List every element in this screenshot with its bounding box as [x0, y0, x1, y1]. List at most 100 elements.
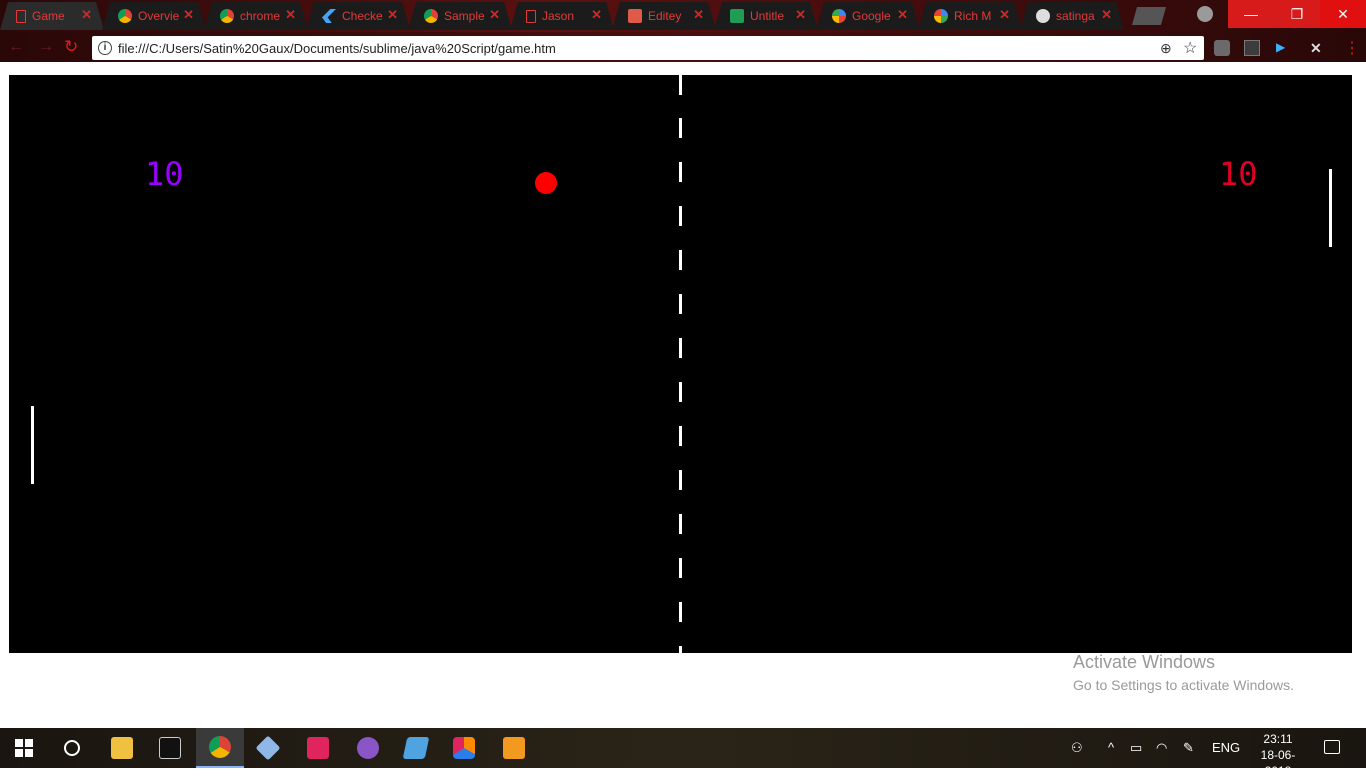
chevron-up-icon[interactable]: ^: [1108, 740, 1114, 755]
github-icon: [1036, 9, 1050, 23]
net-segment: [679, 382, 682, 402]
close-icon[interactable]: ✕: [489, 8, 500, 22]
gallery-icon: [402, 737, 430, 759]
tab-game[interactable]: Game ✕: [0, 2, 104, 30]
close-icon[interactable]: ✕: [1101, 8, 1112, 22]
cortana-icon: [64, 740, 80, 756]
cortana-button[interactable]: [48, 728, 96, 768]
ball: [535, 172, 557, 194]
people-icon[interactable]: ⚇: [1071, 740, 1083, 756]
info-icon[interactable]: i: [98, 41, 112, 55]
net-segment: [679, 338, 682, 358]
tab-title: Overvie: [138, 9, 180, 23]
menu-kebab-icon[interactable]: ⋮: [1344, 38, 1360, 58]
taskbar-terminal[interactable]: [146, 728, 194, 768]
new-tab-button[interactable]: [1132, 7, 1166, 25]
tab-editey[interactable]: Editey ✕: [612, 2, 716, 30]
tab-title: Sample: [444, 9, 485, 23]
maps-icon: [832, 9, 846, 23]
notification-icon[interactable]: [1324, 740, 1340, 754]
address-bar[interactable]: i file:///C:/Users/Satin%20Gaux/Document…: [92, 36, 1204, 60]
close-icon[interactable]: ✕: [897, 8, 908, 22]
url-text[interactable]: file:///C:/Users/Satin%20Gaux/Documents/…: [118, 41, 556, 56]
tab-overview[interactable]: Overvie ✕: [102, 2, 206, 30]
taskbar-chrome[interactable]: [196, 728, 244, 768]
taskbar-pet-app[interactable]: [344, 728, 392, 768]
chrome-icon: [220, 9, 234, 23]
taskbar-virtualbox[interactable]: [244, 728, 292, 768]
chrome-icon: [118, 9, 132, 23]
clock[interactable]: 23:11 18-06-2018: [1248, 731, 1308, 779]
close-window-button[interactable]: ✕: [1320, 0, 1366, 28]
minimize-button[interactable]: —: [1228, 0, 1274, 28]
tab-title: Checke: [342, 9, 383, 23]
close-icon[interactable]: ✕: [387, 8, 398, 22]
taskbar-sublime[interactable]: [490, 728, 538, 768]
net-segment: [679, 118, 682, 138]
close-icon[interactable]: ✕: [693, 8, 704, 22]
code-icon: [628, 9, 642, 23]
reload-icon[interactable]: ↻: [64, 38, 78, 56]
windows-start-icon: [15, 739, 33, 757]
app-icon: [307, 737, 329, 759]
extension-screen-icon[interactable]: [1244, 40, 1260, 56]
bookmark-star-icon[interactable]: ☆: [1183, 38, 1197, 58]
close-icon[interactable]: ✕: [81, 8, 92, 22]
tab-title: Google: [852, 9, 891, 23]
net-segment: [679, 426, 682, 446]
toolbox-icon: [453, 737, 475, 759]
pet-app-icon: [357, 737, 379, 759]
activate-windows-watermark: Activate Windows Go to Settings to activ…: [1073, 652, 1294, 693]
tab-rich[interactable]: Rich M ✕: [918, 2, 1022, 30]
tab-chrome[interactable]: chrome ✕: [204, 2, 308, 30]
back-arrow-icon[interactable]: ←: [8, 38, 24, 56]
net-segment: [679, 602, 682, 622]
taskbar-app[interactable]: [294, 728, 342, 768]
tab-sample[interactable]: Sample ✕: [408, 2, 512, 30]
close-icon[interactable]: ✕: [591, 8, 602, 22]
profile-icon[interactable]: [1197, 6, 1213, 22]
net-segment: [679, 646, 682, 653]
extension-x-icon[interactable]: ✕: [1310, 40, 1326, 56]
net-segment: [679, 75, 682, 95]
google-icon: [934, 9, 948, 23]
left-score: 10: [145, 155, 184, 193]
watermark-subtitle: Go to Settings to activate Windows.: [1073, 677, 1294, 693]
tab-jason[interactable]: Jason ✕: [510, 2, 614, 30]
tab-title: Jason: [542, 9, 575, 23]
terminal-icon: [159, 737, 181, 759]
browser-toolbar: ← → ↻ i file:///C:/Users/Satin%20Gaux/Do…: [0, 32, 1366, 62]
net-segment: [679, 558, 682, 578]
zoom-icon[interactable]: ⊕: [1160, 40, 1172, 57]
net-segment: [679, 162, 682, 182]
maximize-button[interactable]: ❐: [1274, 0, 1320, 28]
taskbar-toolbox[interactable]: [440, 728, 488, 768]
start-button[interactable]: [0, 728, 48, 768]
taskbar-gallery[interactable]: [392, 728, 440, 768]
forward-arrow-icon[interactable]: →: [38, 38, 54, 56]
pen-icon[interactable]: ✎: [1183, 740, 1194, 756]
close-icon[interactable]: ✕: [999, 8, 1010, 22]
taskbar: ⚇ ^ ▭ ◠ ✎ ENG 23:11 18-06-2018: [0, 728, 1366, 778]
net-segment: [679, 294, 682, 314]
chrome-icon: [209, 736, 231, 758]
net-segment: [679, 250, 682, 270]
game-canvas[interactable]: 10 10: [9, 75, 1352, 653]
taskbar-explorer[interactable]: [98, 728, 146, 768]
close-icon[interactable]: ✕: [795, 8, 806, 22]
extension-play-icon[interactable]: ▶: [1276, 40, 1292, 56]
extension-puzzle-icon[interactable]: [1214, 40, 1230, 56]
close-icon[interactable]: ✕: [285, 8, 296, 22]
tab-untitled[interactable]: Untitle ✕: [714, 2, 818, 30]
close-icon[interactable]: ✕: [183, 8, 194, 22]
tab-checker[interactable]: Checke ✕: [306, 2, 410, 30]
tab-title: satinga: [1056, 9, 1095, 23]
language-indicator[interactable]: ENG: [1212, 740, 1240, 755]
tab-satinga[interactable]: satinga ✕: [1020, 2, 1124, 30]
page-viewport: 10 10 Activate Windows Go to Settings to…: [0, 62, 1366, 728]
wifi-icon[interactable]: ◠: [1156, 740, 1167, 756]
net-segment: [679, 514, 682, 534]
tab-title: Editey: [648, 9, 682, 23]
battery-icon[interactable]: ▭: [1130, 740, 1142, 756]
tab-google[interactable]: Google ✕: [816, 2, 920, 30]
